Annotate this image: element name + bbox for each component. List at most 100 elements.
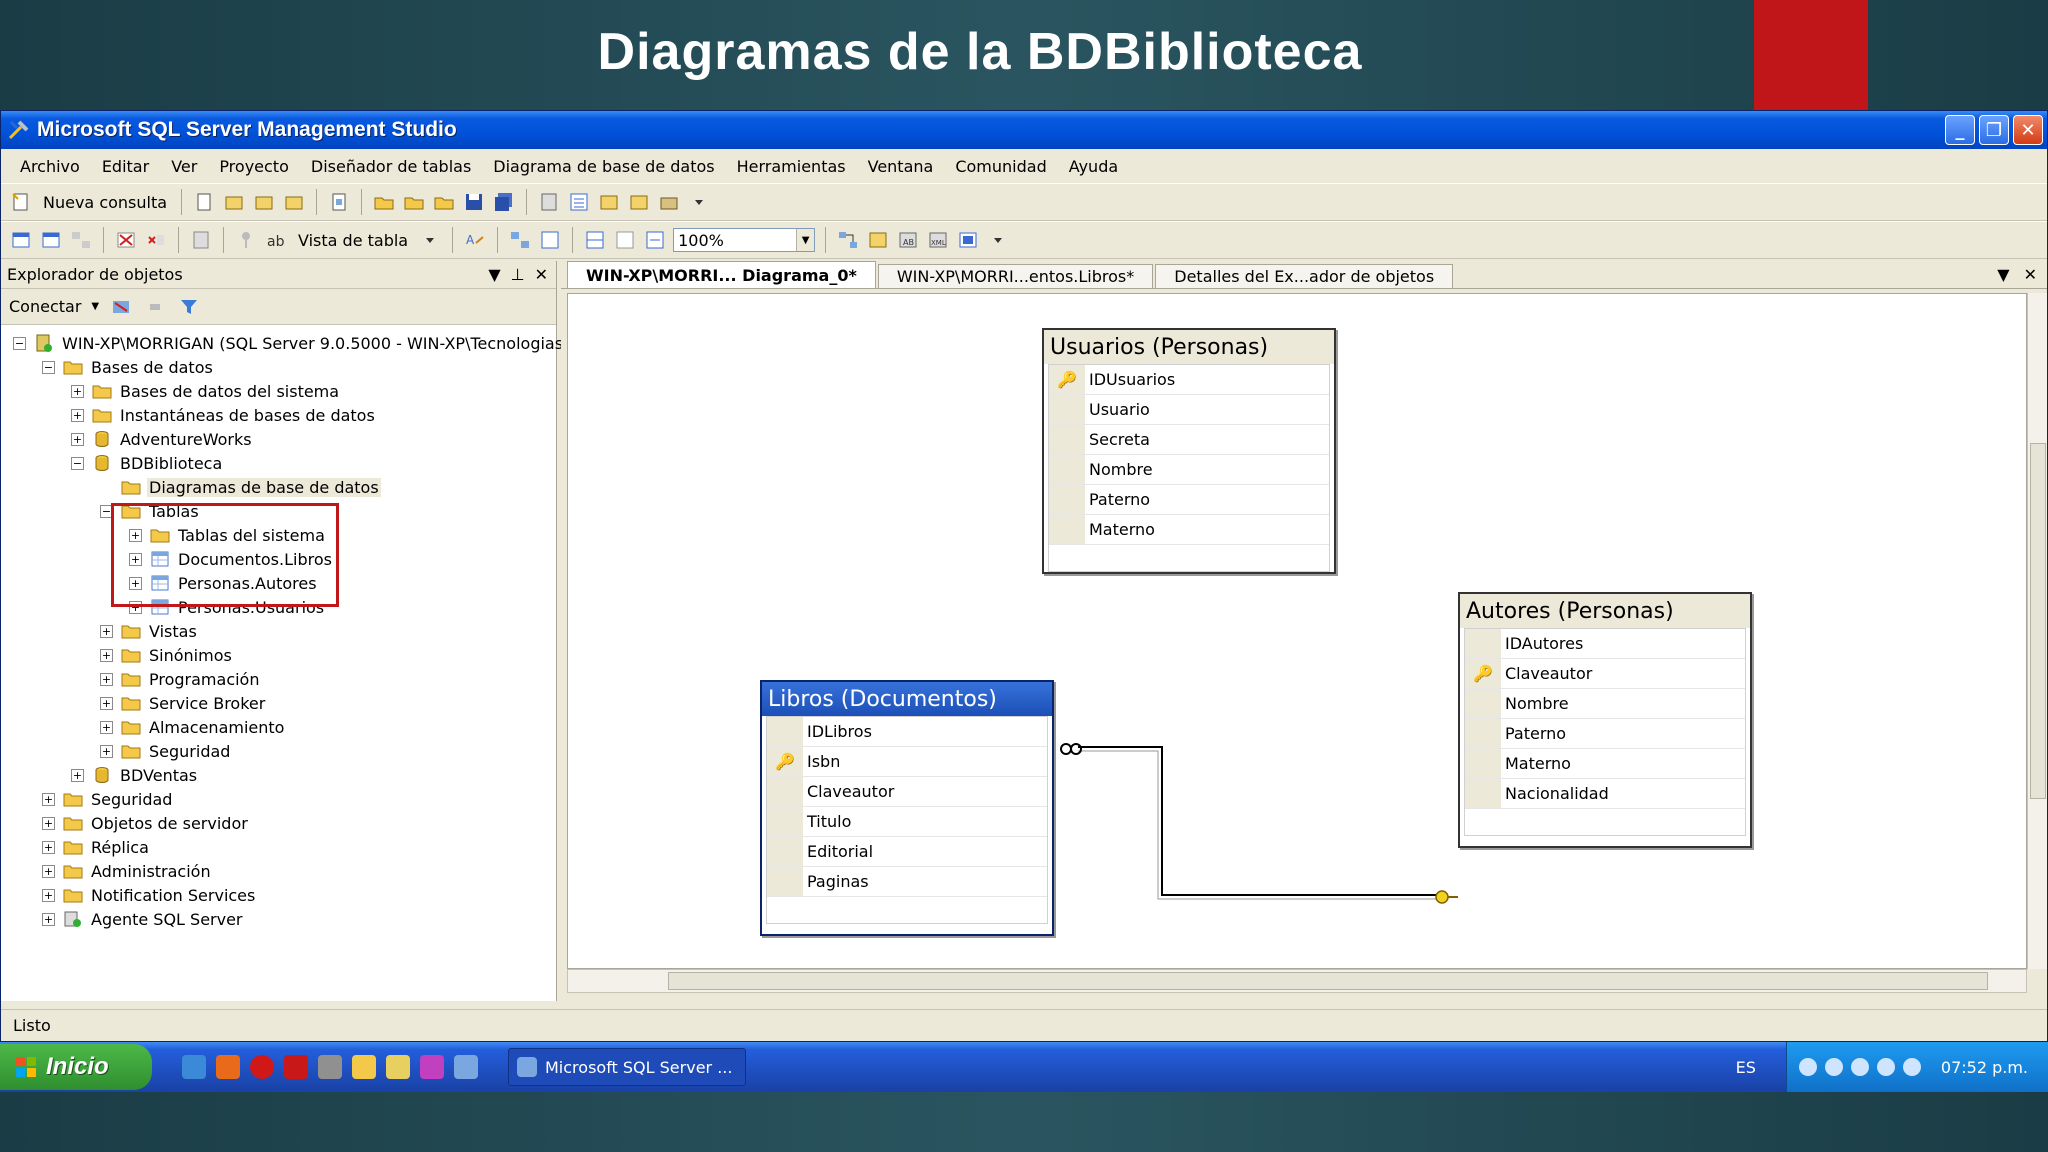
table-usuarios[interactable]: Usuarios (Personas) 🔑 IDUsuarios Usuario … [1042,328,1336,574]
clock[interactable]: 07:52 p.m. [1941,1058,2028,1077]
tab-list-dropdown-icon[interactable]: ▼ [1997,265,2009,284]
menu-ayuda[interactable]: Ayuda [1058,157,1129,176]
menu-proyecto[interactable]: Proyecto [208,157,300,176]
column-row[interactable]: Paterno [1049,485,1329,515]
collapse-icon[interactable]: − [100,504,113,518]
manage-fulltext-icon[interactable]: AB [896,228,920,252]
tree-node-synonyms[interactable]: + Sinónimos [1,643,556,667]
column-row[interactable]: Materno [1465,749,1745,779]
tree-node-system-tables[interactable]: + Tablas del sistema [1,523,556,547]
tree-node-bdventas[interactable]: + BDVentas [1,763,556,787]
tray-sound-icon[interactable] [1824,1058,1843,1076]
dropdown-arrow-icon[interactable] [418,228,442,252]
expand-icon[interactable]: + [42,792,55,806]
column-row[interactable]: IDAutores [1465,629,1745,659]
manage-xml-indexes-icon[interactable]: XML [926,228,950,252]
open-folder-icon[interactable] [372,190,396,214]
media-icon[interactable] [420,1055,444,1079]
pin-icon[interactable]: ⊥ [511,265,525,284]
add-table-icon[interactable] [39,228,63,252]
column-row[interactable]: Materno [1049,515,1329,545]
ie-icon[interactable] [182,1055,206,1079]
delete-table-icon[interactable] [114,228,138,252]
tree-node-views[interactable]: + Vistas [1,619,556,643]
column-row[interactable]: Titulo [767,807,1047,837]
horizontal-scrollbar[interactable] [567,969,2027,993]
menu-herramientas[interactable]: Herramientas [726,157,857,176]
expand-icon[interactable]: + [71,768,84,782]
add-related-tables-icon[interactable] [69,228,93,252]
tab-explorer-details[interactable]: Detalles del Ex...ador de objetos [1155,264,1454,288]
tree-node-server[interactable]: − WIN-XP\MORRIGAN (SQL Server 9.0.5000 -… [1,331,569,355]
menu-comunidad[interactable]: Comunidad [944,157,1057,176]
properties-icon[interactable] [627,190,651,214]
expand-icon[interactable]: + [42,840,55,854]
tree-node-table-libros[interactable]: + Documentos.Libros [1,547,556,571]
tree-node-tables[interactable]: − Tablas [1,499,556,523]
expand-icon[interactable]: + [100,744,113,758]
toolbar-options-icon-2[interactable] [986,228,1010,252]
tree-node-table-autores[interactable]: + Personas.Autores [1,571,556,595]
collapse-icon[interactable]: − [42,360,55,374]
collapse-icon[interactable]: − [71,456,84,470]
save-all-icon[interactable] [492,190,516,214]
expand-icon[interactable]: + [100,720,113,734]
generate-script-icon[interactable] [189,228,213,252]
expand-icon[interactable]: + [100,672,113,686]
notepad-icon[interactable] [386,1055,410,1079]
zoom-dropdown-arrow-icon[interactable]: ▼ [796,229,815,251]
recalc-page-breaks-icon[interactable] [613,228,637,252]
expand-icon[interactable]: + [71,384,84,398]
tree-node-storage[interactable]: + Almacenamiento [1,715,556,739]
page-breaks-icon[interactable] [583,228,607,252]
expand-icon[interactable]: + [129,600,142,614]
column-row[interactable]: Secreta [1049,425,1329,455]
vertical-scroll-thumb[interactable] [2030,443,2046,799]
document-icon[interactable] [327,190,351,214]
tree-node-administration[interactable]: + Administración [1,859,556,883]
ssms-icon[interactable] [454,1055,478,1079]
new-file-icon[interactable] [192,190,216,214]
remove-from-diagram-icon[interactable] [144,228,168,252]
tree-node-diagrams[interactable]: Diagramas de base de datos [1,475,556,499]
filezilla-icon[interactable] [284,1055,308,1079]
expand-icon[interactable]: + [100,696,113,710]
filter-icon[interactable] [177,295,201,319]
toolbar-options-icon[interactable] [687,190,711,214]
close-document-icon[interactable]: ✕ [2024,265,2037,284]
check-constraints-icon[interactable] [956,228,980,252]
column-row[interactable]: Paginas [767,867,1047,897]
tree-node-snapshots[interactable]: + Instantáneas de bases de datos [1,403,556,427]
column-row[interactable]: Editorial [767,837,1047,867]
tab-diagram[interactable]: WIN-XP\MORRI... Diagrama_0* [567,261,876,288]
primary-key-icon[interactable] [234,228,258,252]
tray-security-icon[interactable] [1876,1058,1895,1076]
column-row[interactable]: Claveautor [767,777,1047,807]
object-explorer-icon[interactable] [567,190,591,214]
template-explorer-icon[interactable] [597,190,621,214]
tree-node-replication[interactable]: + Réplica [1,835,556,859]
tray-sql-icon[interactable] [1902,1058,1921,1076]
save-icon[interactable] [462,190,486,214]
menu-diagrama[interactable]: Diagrama de base de datos [482,157,725,176]
tree-node-programming[interactable]: + Programación [1,667,556,691]
expand-icon[interactable]: + [42,888,55,902]
tree-node-db-security[interactable]: + Seguridad [1,739,556,763]
settings-icon[interactable] [318,1055,342,1079]
manage-indexes-icon[interactable] [866,228,890,252]
menu-disenador-tablas[interactable]: Diseñador de tablas [300,157,482,176]
panel-close-icon[interactable]: ✕ [535,265,548,284]
expand-icon[interactable]: + [129,552,142,566]
menu-ventana[interactable]: Ventana [857,157,945,176]
column-row[interactable]: Paterno [1465,719,1745,749]
expand-icon[interactable]: + [100,624,113,638]
tree-node-table-usuarios[interactable]: + Personas.Usuarios [1,595,556,619]
tab-table-libros[interactable]: WIN-XP\MORRI...entos.Libros* [877,264,1154,288]
disconnect-icon[interactable] [109,295,133,319]
horizontal-scroll-thumb[interactable] [668,972,1988,990]
expand-icon[interactable]: + [42,912,55,926]
connect-button[interactable]: Conectar [9,297,81,316]
table-libros[interactable]: Libros (Documentos) IDLibros 🔑 Isbn Clave… [760,680,1054,936]
xmla-query-icon[interactable] [282,190,306,214]
tree-node-agent[interactable]: + Agente SQL Server [1,907,556,931]
